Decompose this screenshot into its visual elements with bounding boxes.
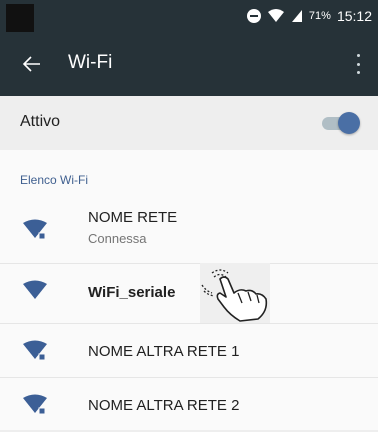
signal-icon [291,10,302,22]
network-name: NOME ALTRA RETE 2 [88,397,240,414]
page-title: Wi-Fi [68,52,113,73]
status-bar: 71% 15:12 [0,0,378,32]
status-icons: 71% 15:12 [246,6,372,26]
clock: 15:12 [336,8,372,24]
network-item[interactable]: NOME RETE Connessa [0,203,378,257]
more-icon[interactable] [354,54,362,74]
toggle-thumb [338,112,360,134]
network-item[interactable]: NOME ALTRA RETE 2 [0,378,378,432]
do-not-disturb-icon [246,9,261,23]
network-name: NOME ALTRA RETE 1 [88,343,240,360]
network-status: Connessa [88,231,147,246]
wifi-lock-icon [23,340,47,361]
wifi-lock-icon [23,219,47,240]
wifi-icon [23,280,47,299]
wifi-status-icon [267,9,284,22]
wifi-lock-icon [23,394,47,415]
section-title: Elenco Wi-Fi [20,173,89,187]
tap-hand-icon [200,263,270,323]
wifi-toggle-row[interactable]: Attivo [0,96,378,150]
toggle-label: Attivo [20,113,61,130]
network-item[interactable]: NOME ALTRA RETE 1 [0,324,378,378]
notification-square [6,4,34,32]
wifi-toggle[interactable] [322,112,360,134]
back-arrow-icon[interactable] [20,52,44,76]
network-item[interactable]: WiFi_seriale [0,264,378,318]
app-bar: Wi-Fi [0,32,378,96]
network-name: WiFi_seriale [88,284,176,301]
network-name: NOME RETE [88,209,178,226]
battery-percent: 71% [308,10,331,22]
